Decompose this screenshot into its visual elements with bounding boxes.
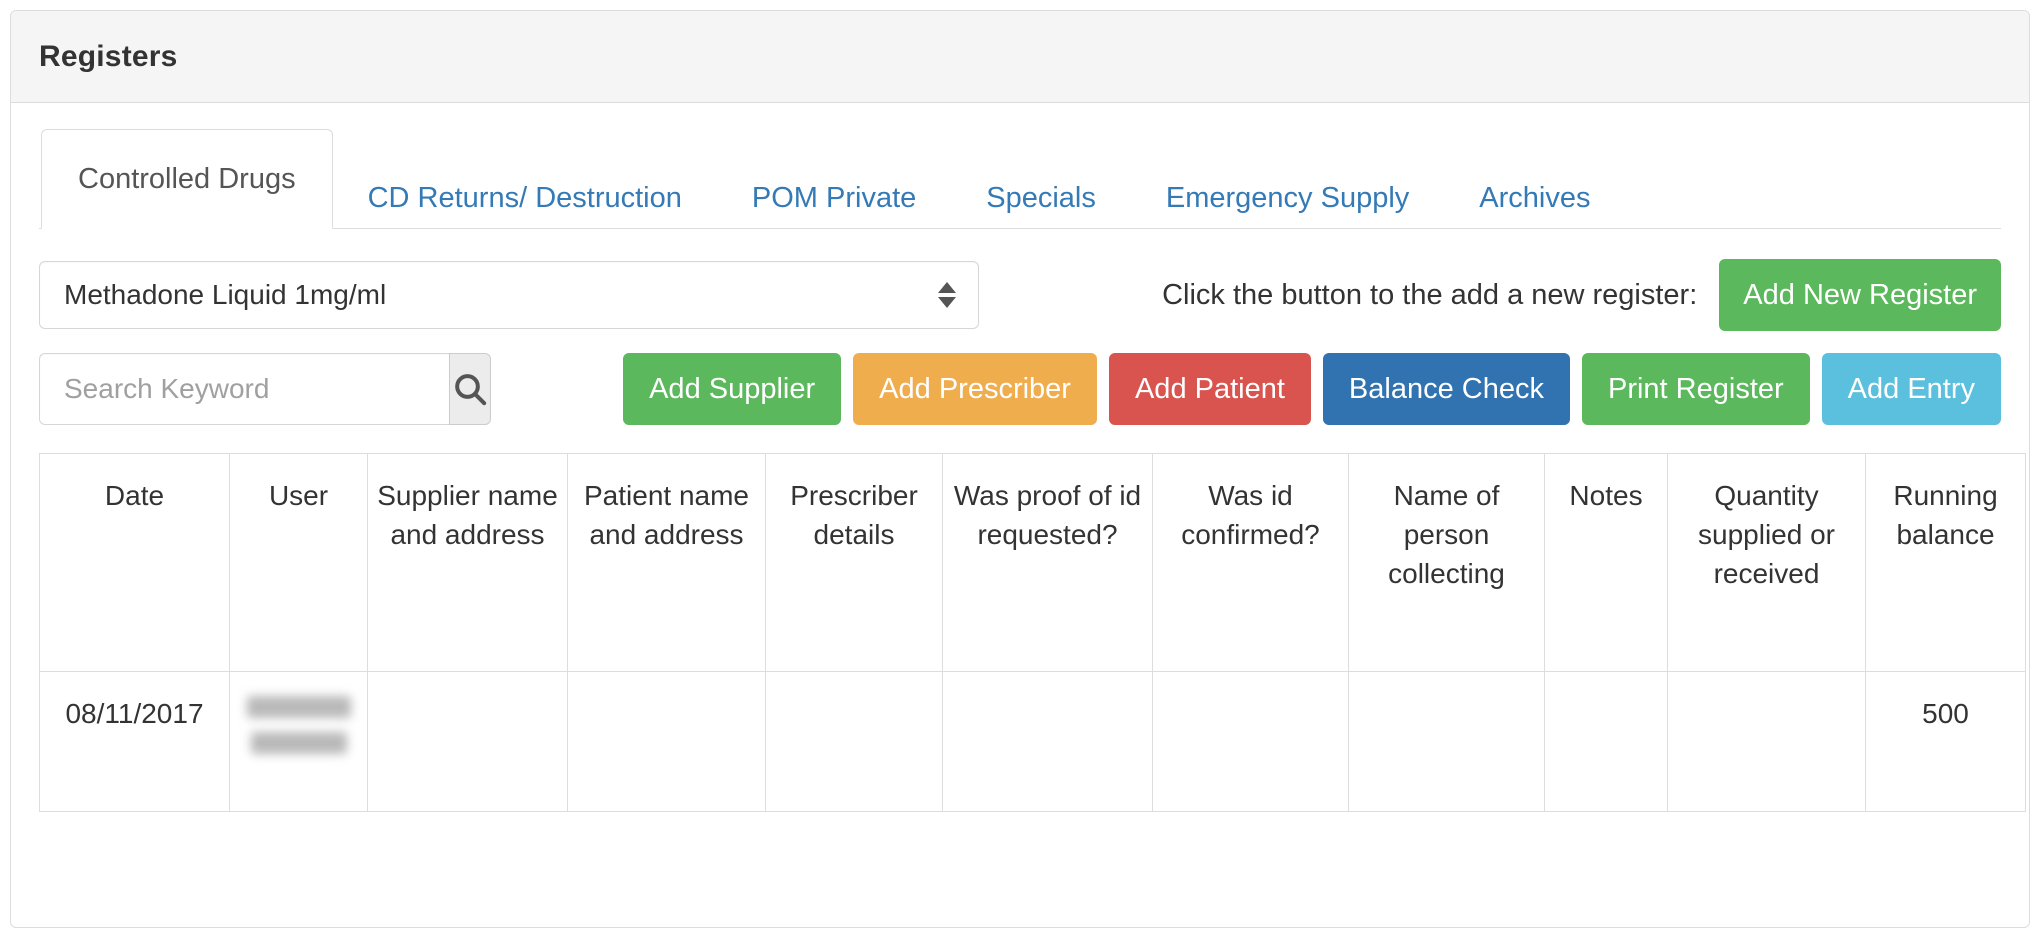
search-input[interactable] [39, 353, 449, 425]
redacted-user-name [238, 694, 359, 754]
cell-user [229, 671, 368, 812]
registers-card: Registers Controlled Drugs CD Returns/ D… [10, 10, 2030, 928]
card-body: Controlled Drugs CD Returns/ Destruction… [11, 103, 2029, 812]
tab-controlled-drugs[interactable]: Controlled Drugs [41, 129, 333, 229]
tab-label: POM Private [751, 181, 917, 214]
print-register-button[interactable]: Print Register [1581, 353, 1810, 425]
drug-select[interactable]: Methadone Liquid 1mg/ml [39, 261, 979, 329]
cell-proof-of-id [942, 671, 1153, 812]
page-title: Registers [39, 39, 178, 73]
cell-date: 08/11/2017 [39, 671, 230, 812]
tab-archives[interactable]: Archives [1444, 167, 1625, 229]
registers-table: Date User Supplier name and address Pati… [39, 453, 2026, 812]
column-header-date: Date [39, 453, 230, 672]
table-body: 08/11/2017 500 [39, 671, 2026, 812]
add-entry-button[interactable]: Add Entry [1821, 353, 2001, 425]
column-header-id-confirmed: Was id confirmed? [1152, 453, 1349, 672]
tab-emergency-supply[interactable]: Emergency Supply [1131, 167, 1444, 229]
tab-bar: Controlled Drugs CD Returns/ Destruction… [39, 129, 2001, 229]
table-row[interactable]: 08/11/2017 500 [39, 671, 2026, 812]
column-header-proof-of-id: Was proof of id requested? [942, 453, 1153, 672]
search-group [39, 353, 491, 425]
cell-running-balance: 500 [1865, 671, 2026, 812]
search-button[interactable] [449, 353, 491, 425]
column-header-person-collecting: Name of person collecting [1348, 453, 1545, 672]
add-supplier-button[interactable]: Add Supplier [623, 353, 842, 425]
cell-supplier [367, 671, 568, 812]
cell-patient [567, 671, 766, 812]
cell-prescriber [765, 671, 943, 812]
column-header-running-balance: Running balance [1865, 453, 2026, 672]
balance-check-button[interactable]: Balance Check [1322, 353, 1570, 425]
cell-notes [1544, 671, 1668, 812]
cell-id-confirmed [1152, 671, 1349, 812]
add-new-register-button[interactable]: Add New Register [1719, 259, 2001, 331]
add-register-hint: Click the button to the add a new regist… [1162, 278, 1698, 311]
select-row: Methadone Liquid 1mg/ml Click the button… [39, 259, 2001, 331]
tab-cd-returns-destruction[interactable]: CD Returns/ Destruction [333, 167, 717, 229]
actions-row: Add Supplier Add Prescriber Add Patient … [39, 353, 2001, 425]
add-prescriber-button[interactable]: Add Prescriber [853, 353, 1097, 425]
table-header: Date User Supplier name and address Pati… [39, 453, 2026, 672]
column-header-patient: Patient name and address [567, 453, 766, 672]
search-icon [455, 374, 487, 406]
page-root: Registers Controlled Drugs CD Returns/ D… [0, 0, 2040, 938]
cell-quantity [1667, 671, 1866, 812]
cell-person-collecting [1348, 671, 1545, 812]
tab-pom-private[interactable]: POM Private [717, 167, 951, 229]
tab-specials[interactable]: Specials [951, 167, 1131, 229]
tab-label: CD Returns/ Destruction [367, 181, 682, 214]
column-header-quantity: Quantity supplied or received [1667, 453, 1866, 672]
action-button-group: Add Supplier Add Prescriber Add Patient … [623, 353, 2001, 425]
tab-label: Specials [986, 181, 1096, 214]
tab-label: Controlled Drugs [78, 162, 296, 195]
drug-select-value: Methadone Liquid 1mg/ml [64, 279, 387, 310]
tab-label: Archives [1479, 181, 1591, 214]
tab-label: Emergency Supply [1165, 181, 1410, 214]
column-header-supplier: Supplier name and address [367, 453, 568, 672]
column-header-user: User [229, 453, 368, 672]
column-header-notes: Notes [1544, 453, 1668, 672]
add-register-group: Click the button to the add a new regist… [1051, 259, 2001, 331]
table-header-row: Date User Supplier name and address Pati… [39, 453, 2026, 672]
card-header: Registers [11, 11, 2029, 103]
column-header-prescriber: Prescriber details [765, 453, 943, 672]
add-patient-button[interactable]: Add Patient [1108, 353, 1311, 425]
updown-spinner-icon [938, 282, 956, 308]
